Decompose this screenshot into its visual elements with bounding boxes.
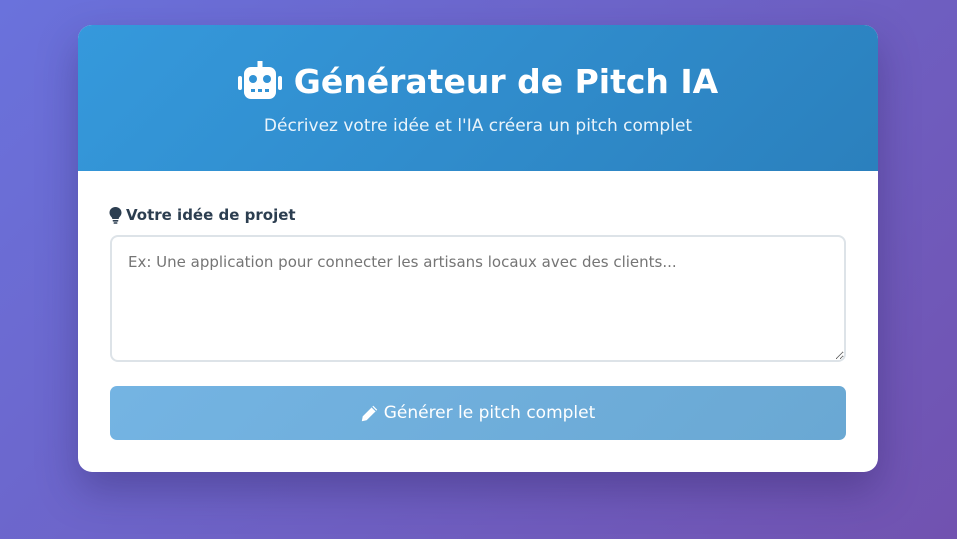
idea-label-row: Votre idée de projet: [109, 206, 296, 224]
form-body: Votre idée de projet Générer le pitch co…: [78, 171, 878, 472]
idea-textarea[interactable]: [110, 235, 846, 362]
title-row: Générateur de Pitch IA: [78, 61, 878, 101]
page-subtitle: Décrivez votre idée et l'IA créera un pi…: [263, 116, 693, 136]
lightbulb-icon: [109, 206, 122, 224]
page-title: Générateur de Pitch IA: [293, 61, 719, 101]
pencil-icon: [361, 405, 378, 422]
pitch-generator-card: Générateur de Pitch IA Décrivez votre id…: [78, 25, 878, 472]
generate-pitch-button[interactable]: Générer le pitch complet: [110, 386, 846, 440]
generate-button-label: Générer le pitch complet: [383, 403, 596, 423]
idea-label: Votre idée de projet: [126, 206, 296, 224]
card-header: Générateur de Pitch IA Décrivez votre id…: [78, 25, 878, 171]
robot-icon: [237, 61, 282, 101]
